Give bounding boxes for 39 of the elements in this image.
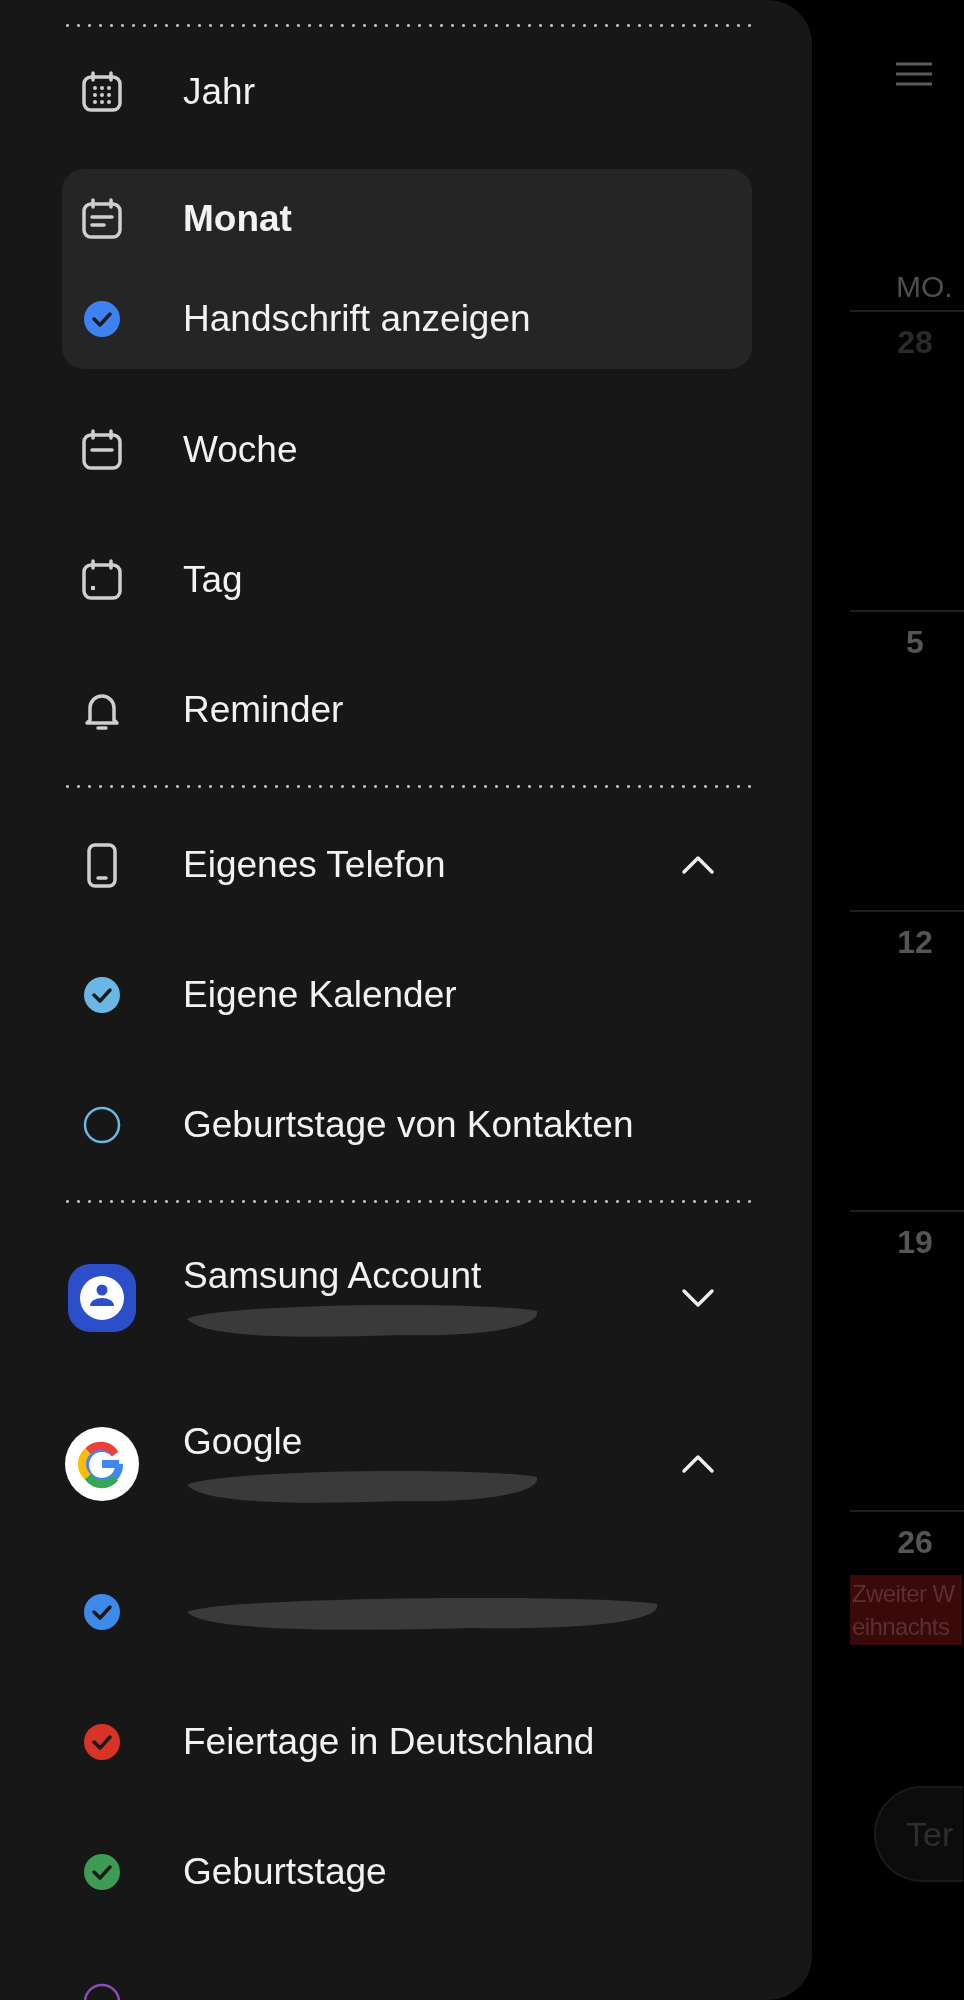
check-circle-icon[interactable] [82,975,122,1015]
calendar-name: Eigene Kalender [183,974,457,1016]
empty-circle-icon[interactable] [82,1105,122,1145]
option-item[interactable]: Handschrift anzeigen [62,269,752,369]
chevron-up-icon[interactable] [680,853,716,877]
calendar-item[interactable]: Eigene Kalender [62,930,752,1060]
account-name: Samsung Account [183,1255,483,1297]
view-item[interactable]: Monat [62,169,752,269]
check-circle-icon[interactable] [82,299,122,339]
calendar-item[interactable]: Feiertage in Deutschland [62,1677,752,1807]
chevron-down-icon[interactable] [680,1286,716,1310]
calendar-item[interactable]: Geburtstage von Kontakten [62,1060,752,1190]
view-label: Monat [183,198,292,240]
calendar-item[interactable]: Geburtstage [62,1807,752,1937]
account-header[interactable]: Samsung Account [62,1215,752,1381]
g-logo-icon [64,1426,140,1502]
view-label: Reminder [183,689,344,731]
account-header[interactable]: Google [62,1381,752,1547]
view-item[interactable]: Woche [62,385,752,515]
check-circle-icon[interactable] [82,1592,122,1632]
account-name: Eigenes Telefon [183,844,447,886]
account-header[interactable]: Eigenes Telefon [62,800,752,930]
calendar-name: Geburtstage von Kontakten [183,1104,634,1146]
weekday-label: MO. [895,269,954,305]
chevron-up-icon[interactable] [680,1452,716,1476]
account-name: Google [183,1421,304,1463]
view-item[interactable]: Reminder [62,645,752,775]
view-label: Tag [183,559,243,601]
view-item[interactable]: Tag [62,515,752,645]
view-label: Woche [183,429,298,471]
view-item[interactable]: Jahr [62,27,752,157]
person-badge-icon [66,1262,138,1334]
check-circle-icon[interactable] [82,1852,122,1892]
menu-icon[interactable] [894,62,934,86]
calendar-name: Geburtstage [183,1851,387,1893]
view-label: Jahr [183,71,255,113]
check-circle-icon[interactable] [82,1722,122,1762]
calendar-name: Feiertage in Deutschland [183,1721,595,1763]
option-label: Handschrift anzeigen [183,298,531,340]
